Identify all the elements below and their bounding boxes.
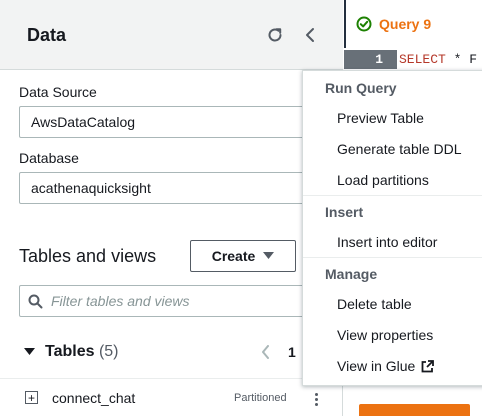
data-source-select[interactable]: AwsDataCatalog <box>19 106 319 138</box>
page-number[interactable]: 1 <box>288 344 296 360</box>
line-number: 1 <box>344 50 397 69</box>
filter-tables-field[interactable] <box>19 285 319 317</box>
tables-label: Tables <box>45 343 95 360</box>
create-button-label: Create <box>211 248 256 264</box>
check-circle-icon <box>356 16 372 32</box>
menu-item-view-properties[interactable]: View properties <box>337 327 433 343</box>
tables-group-toggle[interactable]: Tables (5) <box>24 342 119 362</box>
database-label: Database <box>19 150 79 166</box>
panel-title: Data <box>27 25 67 45</box>
refresh-icon[interactable] <box>263 23 287 47</box>
data-panel-header: Data <box>0 0 343 70</box>
data-source-label: Data Source <box>19 84 97 100</box>
table-name: connect_chat <box>52 390 136 406</box>
query-tab-label: Query 9 <box>379 16 432 32</box>
collapse-panel-icon[interactable] <box>298 23 322 47</box>
menu-group-insert: Insert <box>325 204 364 220</box>
code-rest: * F <box>445 52 478 67</box>
menu-divider <box>303 195 482 196</box>
code-text[interactable]: SELECT * F <box>397 50 477 69</box>
tables-count: (5) <box>98 343 119 360</box>
caret-down-icon <box>263 252 275 259</box>
previous-page-icon[interactable] <box>256 342 274 362</box>
menu-item-load-partitions[interactable]: Load partitions <box>337 172 429 188</box>
code-keyword: SELECT <box>399 52 446 67</box>
menu-item-generate-ddl[interactable]: Generate table DDL <box>337 141 462 157</box>
table-actions-menu: Run Query Preview Table Generate table D… <box>302 70 482 386</box>
database-select[interactable]: acathenaquicksight <box>19 172 319 204</box>
table-row[interactable]: + connect_chat Partitioned <box>0 378 343 416</box>
menu-group-run-query: Run Query <box>325 80 397 96</box>
menu-divider <box>303 257 482 258</box>
tab-query-9[interactable]: Query 9 <box>344 0 482 48</box>
menu-item-delete-table[interactable]: Delete table <box>337 296 412 312</box>
menu-item-view-in-glue-label: View in Glue <box>337 358 416 374</box>
run-button[interactable] <box>359 404 470 416</box>
expand-icon[interactable]: + <box>25 391 38 404</box>
menu-group-manage: Manage <box>325 266 378 282</box>
search-icon <box>28 294 43 308</box>
partitioned-badge: Partitioned <box>234 392 287 404</box>
data-panel: Data Data Source AwsDataCatalog Database… <box>0 0 343 416</box>
menu-item-view-in-glue[interactable]: View in Glue <box>337 358 435 374</box>
menu-item-preview-table[interactable]: Preview Table <box>337 110 424 126</box>
external-link-icon <box>421 359 435 372</box>
create-button[interactable]: Create <box>190 240 296 272</box>
code-line[interactable]: 1 SELECT * F <box>344 50 482 69</box>
more-options-icon[interactable] <box>306 388 326 410</box>
tables-views-title: Tables and views <box>19 246 157 266</box>
caret-down-icon <box>24 348 35 355</box>
editor-tab-bar: Query 9 <box>344 0 482 48</box>
menu-item-insert-into-editor[interactable]: Insert into editor <box>337 234 437 250</box>
filter-tables-input[interactable] <box>51 293 311 309</box>
